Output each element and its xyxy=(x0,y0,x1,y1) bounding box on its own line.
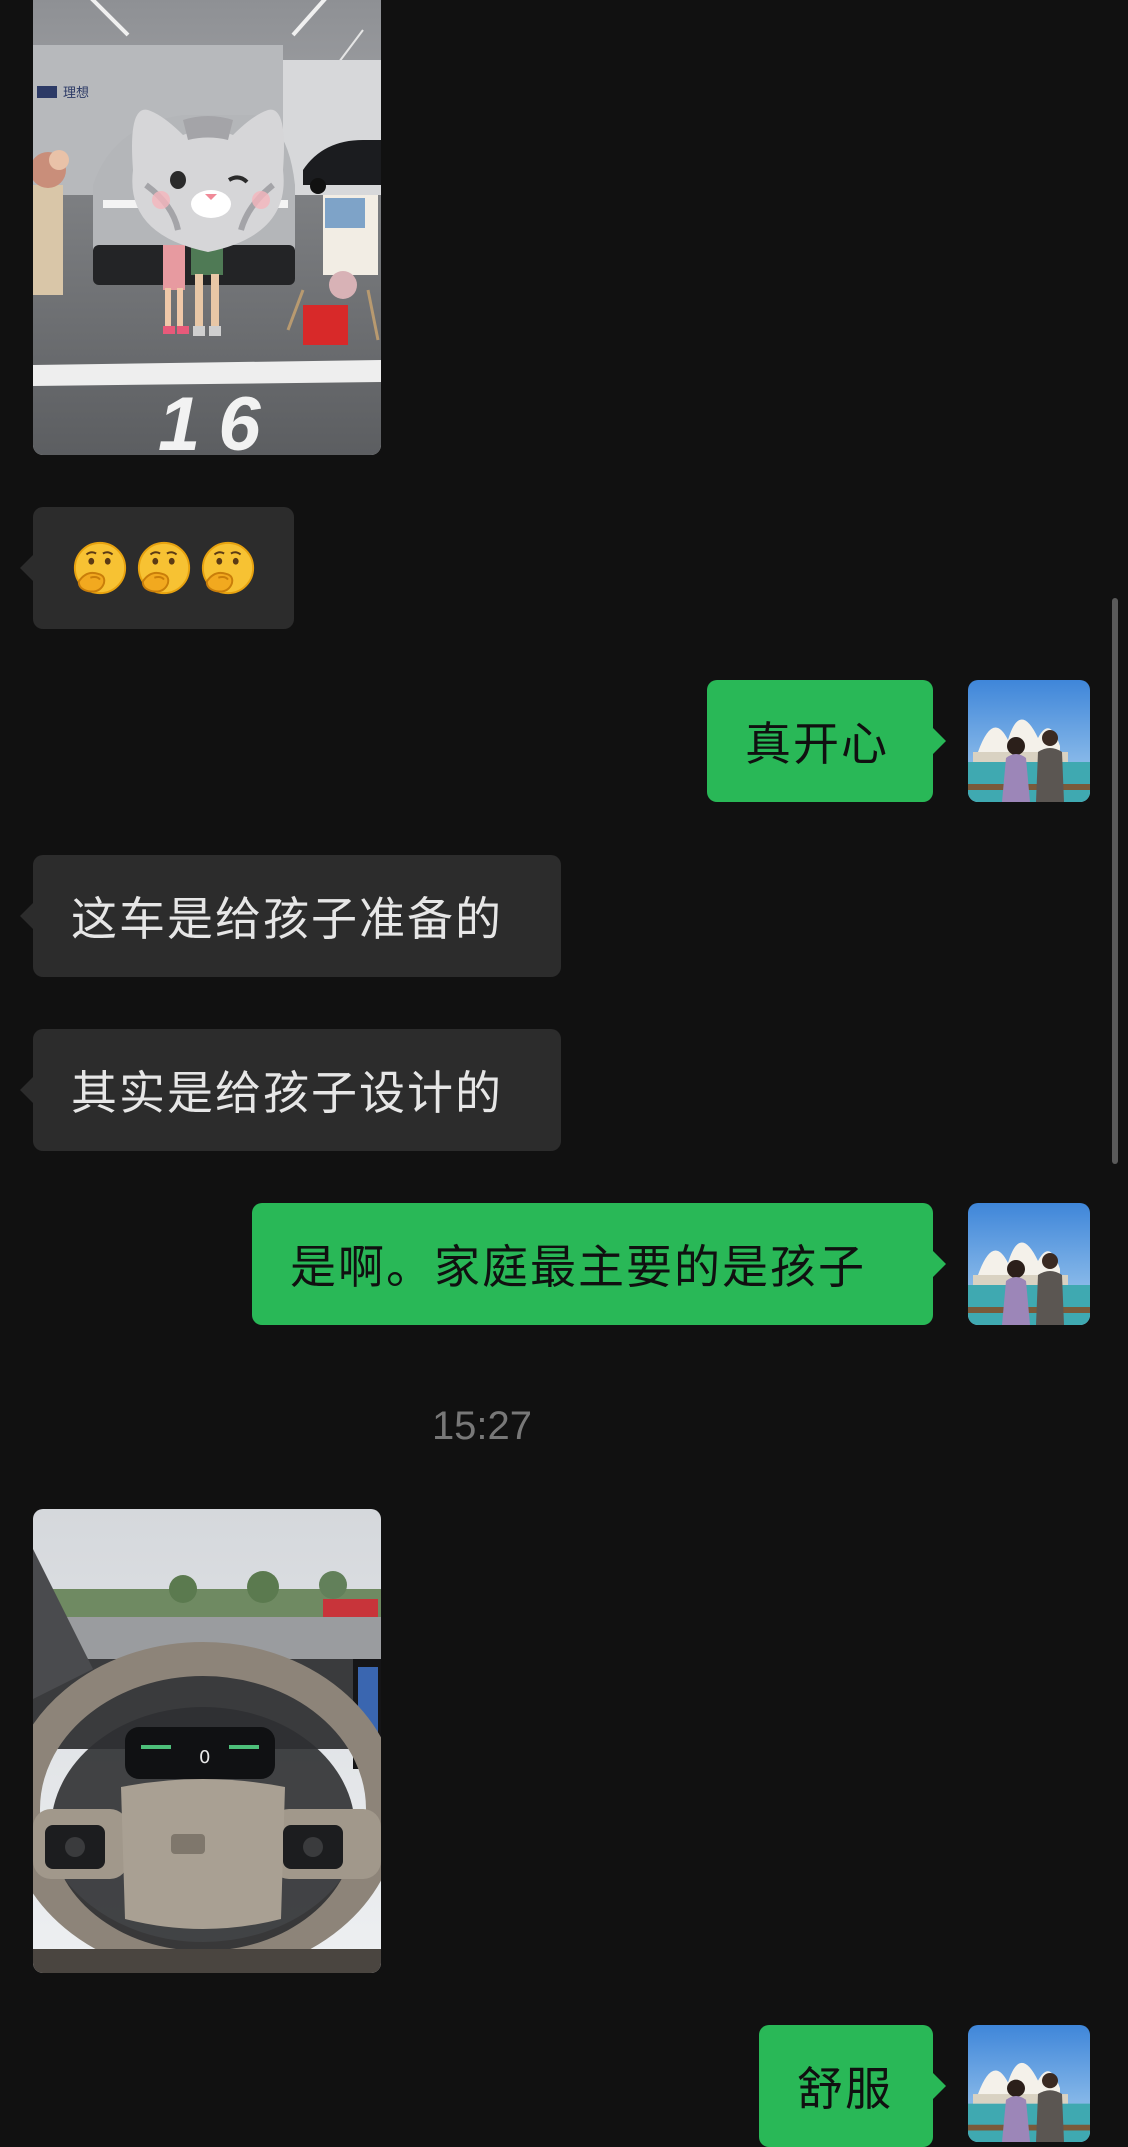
message-timestamp: 15:27 xyxy=(431,1404,533,1448)
emoji-message-bubble[interactable] xyxy=(20,507,294,629)
speed-readout: 0 xyxy=(199,1747,210,1768)
showroom-brand-badge: 理想 xyxy=(63,85,89,101)
chat-scrollbar[interactable] xyxy=(1112,598,1118,1164)
parking-number: 16 xyxy=(158,382,279,455)
shushing-face-emoji xyxy=(137,541,191,595)
message-text: 这车是给孩子准备的 xyxy=(71,892,503,946)
message-text: 真开心 xyxy=(745,717,889,771)
message-text: 其实是给孩子设计的 xyxy=(71,1066,503,1120)
steering-wheel-photo[interactable]: 0 xyxy=(33,1509,381,1973)
user-avatar[interactable] xyxy=(968,680,1090,802)
message-text: 舒服 xyxy=(797,2062,893,2116)
incoming-message-bubble[interactable]: 其实是给孩子设计的 xyxy=(20,1029,561,1151)
incoming-message-bubble[interactable]: 这车是给孩子准备的 xyxy=(20,855,561,977)
outgoing-message-bubble[interactable]: 舒服 xyxy=(759,2025,946,2147)
user-avatar[interactable] xyxy=(968,1203,1090,1325)
shushing-face-emoji xyxy=(201,541,255,595)
outgoing-message-bubble[interactable]: 真开心 xyxy=(707,680,946,802)
message-text: 是啊。家庭最主要的是孩子 xyxy=(290,1240,866,1294)
outgoing-message-bubble[interactable]: 是啊。家庭最主要的是孩子 xyxy=(252,1203,946,1325)
showroom-photo[interactable]: 理想 16 xyxy=(33,0,381,455)
user-avatar[interactable] xyxy=(968,2025,1090,2142)
shushing-face-emoji xyxy=(73,541,127,595)
